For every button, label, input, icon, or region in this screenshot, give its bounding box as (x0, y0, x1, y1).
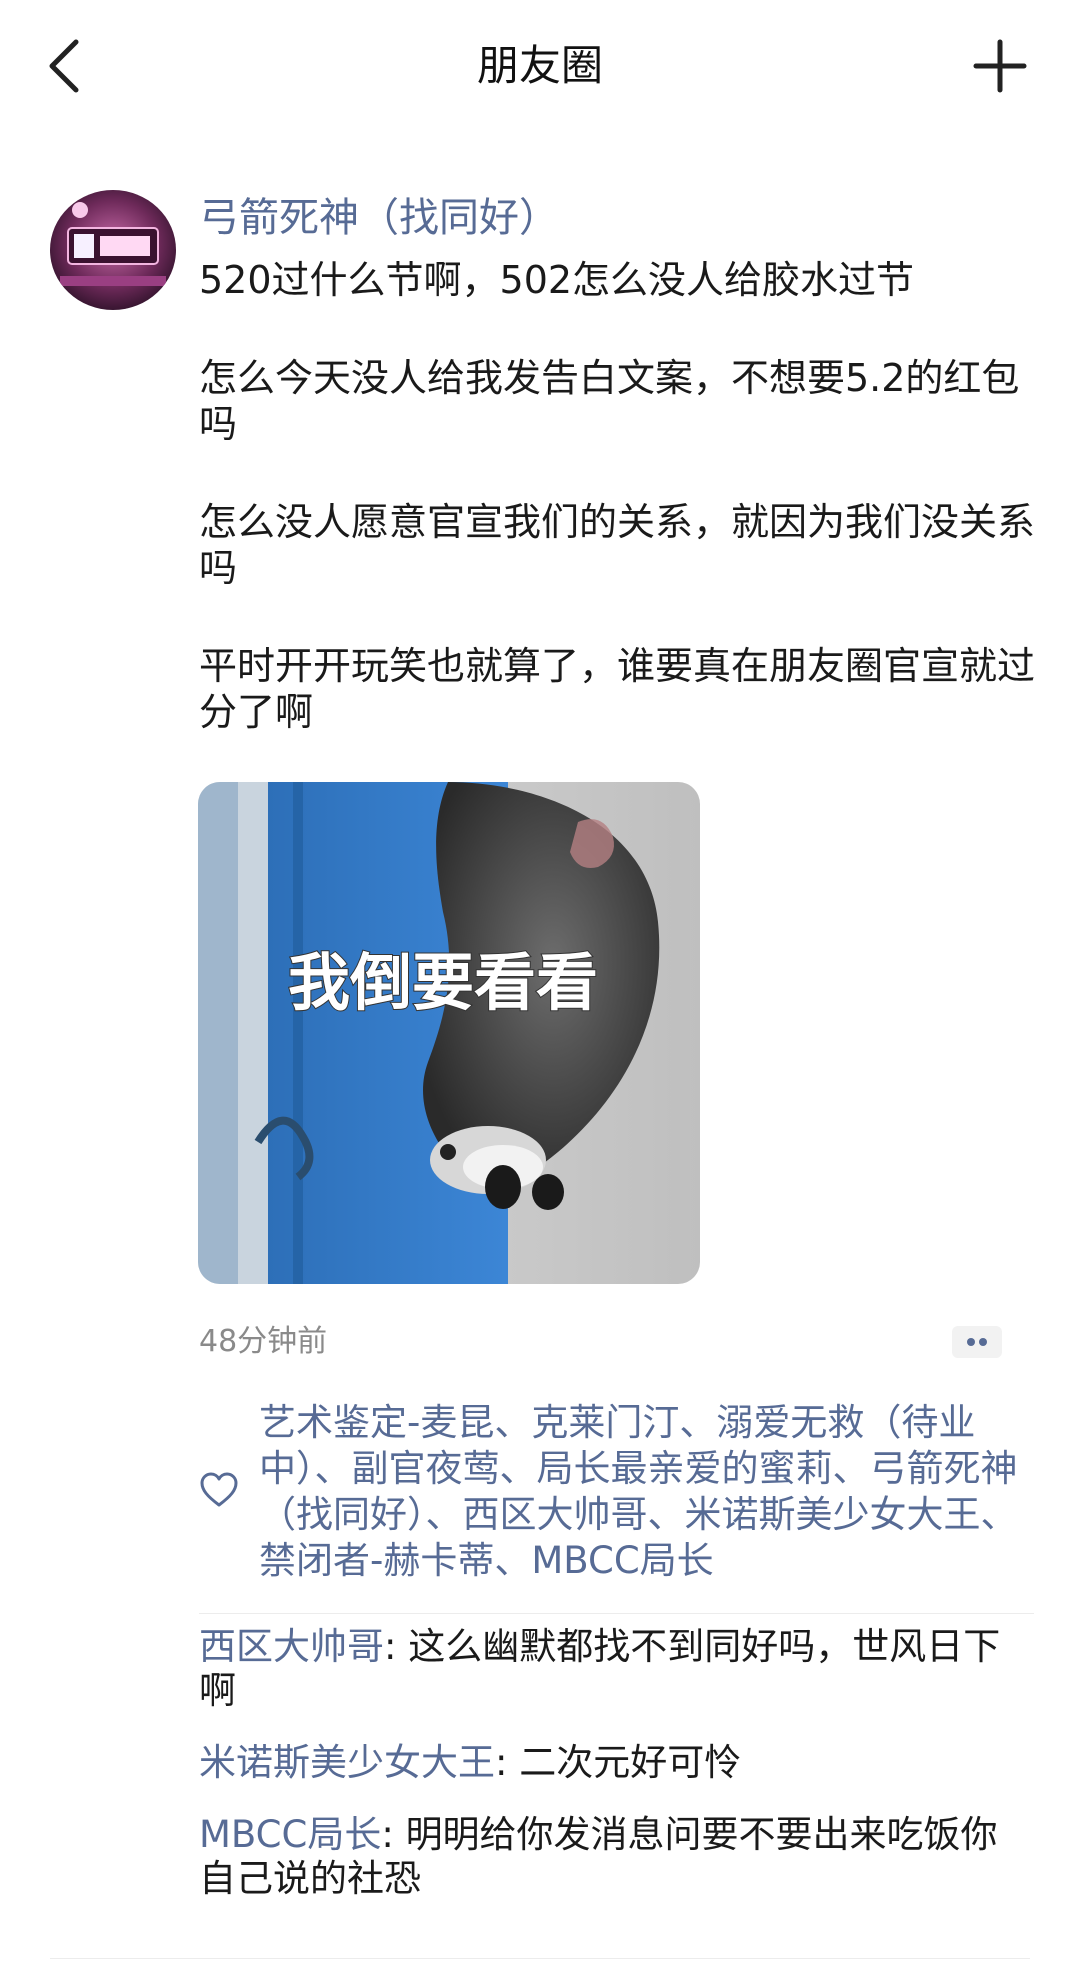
post-paragraph: 平时开开玩笑也就算了，谁要真在朋友圈官宣就过分了啊 (199, 644, 1036, 734)
comment-separator: : (381, 1813, 406, 1856)
comment-text: 二次元好可怜 (519, 1741, 742, 1784)
comment-author[interactable]: 西区大帅哥 (199, 1625, 384, 1668)
meme-caption: 我倒要看看 (288, 946, 598, 1019)
post-text: 520过什么节啊，502怎么没人给胶水过节 怎么今天没人给我发告白文案，不想要5… (199, 257, 1039, 735)
comment-item[interactable]: 米诺斯美少女大王: 二次元好可怜 (199, 1741, 1029, 1785)
add-post-button[interactable] (970, 36, 1030, 96)
comment-separator: : (495, 1741, 520, 1784)
comment-author[interactable]: MBCC局长 (199, 1813, 381, 1856)
divider (199, 1613, 1034, 1614)
post-image[interactable]: 我倒要看看 (198, 782, 700, 1284)
moments-page: 朋友圈 弓箭死神（找同好） 520过什么节啊，502怎么没人给胶水过节 怎么今天… (0, 0, 1080, 1988)
comment-author[interactable]: 米诺斯美少女大王 (199, 1741, 495, 1784)
more-button[interactable] (952, 1326, 1002, 1358)
comment-item[interactable]: MBCC局长: 明明给你发消息问要不要出来吃饭你自己说的社恐 (199, 1813, 1029, 1901)
post-paragraph: 怎么没人愿意官宣我们的关系，就因为我们没关系吗 (199, 500, 1036, 590)
comment-separator: : (384, 1625, 409, 1668)
post-paragraph: 怎么今天没人给我发告白文案，不想要5.2的红包吗 (199, 356, 1020, 446)
plus-icon (973, 39, 1027, 93)
heart-outline-icon (200, 1472, 238, 1507)
avatar[interactable] (50, 190, 176, 310)
comments-list: 西区大帅哥: 这么幽默都找不到同好吗，世风日下啊 米诺斯美少女大王: 二次元好可… (199, 1625, 1029, 1929)
page-title: 朋友圈 (476, 41, 603, 90)
comment-item[interactable]: 西区大帅哥: 这么幽默都找不到同好吗，世风日下啊 (199, 1625, 1029, 1713)
two-dots-icon (967, 1338, 987, 1346)
post-paragraph: 520过什么节啊，502怎么没人给胶水过节 (199, 258, 915, 302)
post-time: 48分钟前 (199, 1324, 328, 1359)
author-name[interactable]: 弓箭死神（找同好） (199, 190, 559, 246)
opossum-meme-image: 我倒要看看 (198, 782, 700, 1284)
top-bar: 朋友圈 (0, 0, 1080, 135)
likes-list[interactable]: 艺术鉴定-麦昆、克莱门汀、溺爱无救（待业中）、副官夜莺、局长最亲爱的蜜莉、弓箭死… (259, 1400, 1034, 1584)
post-bottom-divider (50, 1958, 1030, 1959)
avatar-image (50, 190, 176, 310)
